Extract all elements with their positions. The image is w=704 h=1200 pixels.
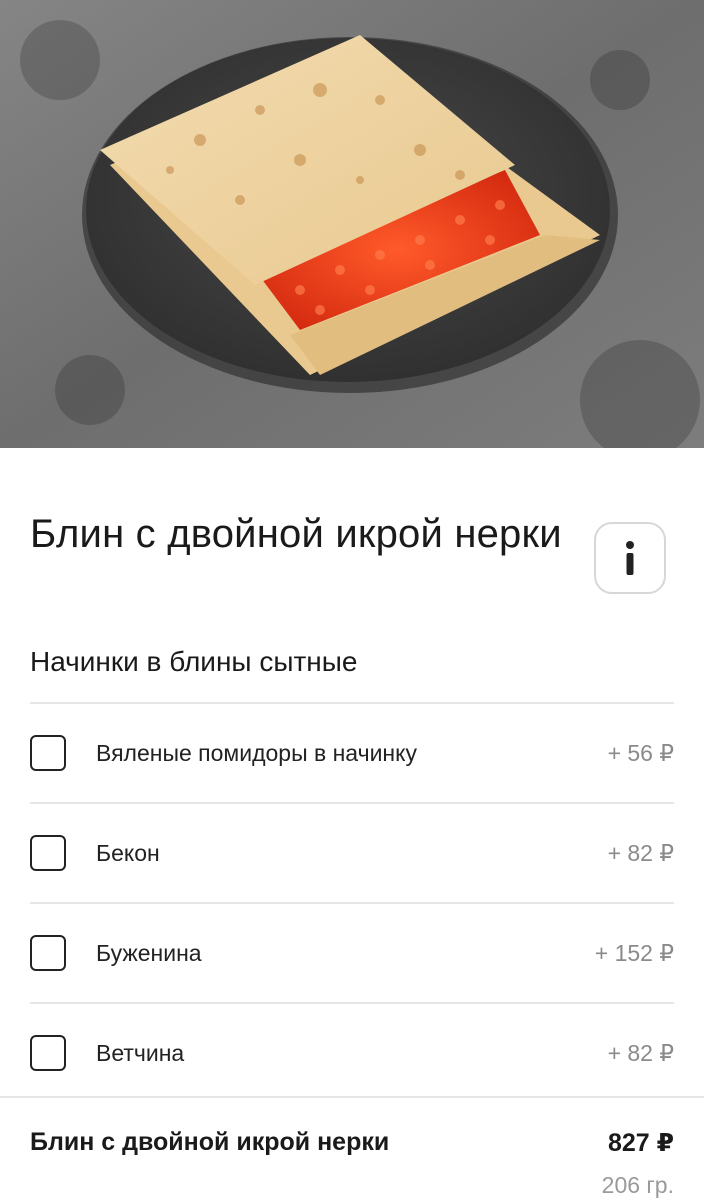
topping-label: Бекон	[96, 839, 160, 866]
toppings-list: Вяленые помидоры в начинку + 56 ₽ Бекон …	[30, 702, 674, 1102]
topping-label: Ветчина	[96, 1039, 185, 1066]
toppings-section-title: Начинки в блины сытные	[30, 646, 358, 677]
summary-product-name: Блин с двойной икрой нерки	[30, 1128, 390, 1156]
topping-label: Вяленые помидоры в начинку	[96, 739, 417, 766]
info-icon	[626, 541, 634, 575]
topping-option-bacon[interactable]: Бекон + 82 ₽	[30, 802, 674, 902]
topping-option-ham[interactable]: Ветчина + 82 ₽	[30, 1002, 674, 1102]
topping-price: + 56 ₽	[607, 739, 674, 766]
checkbox[interactable]	[30, 1035, 66, 1071]
product-image	[0, 0, 704, 448]
checkbox[interactable]	[30, 835, 66, 871]
footer-divider	[0, 1096, 704, 1098]
checkbox[interactable]	[30, 935, 66, 971]
topping-option-boiled-pork[interactable]: Буженина + 152 ₽	[30, 902, 674, 1002]
topping-price: + 82 ₽	[607, 839, 674, 866]
checkbox[interactable]	[30, 735, 66, 771]
topping-option-dried-tomatoes[interactable]: Вяленые помидоры в начинку + 56 ₽	[30, 702, 674, 802]
topping-price: + 82 ₽	[607, 1039, 674, 1066]
topping-price: + 152 ₽	[594, 939, 674, 966]
topping-label: Буженина	[96, 939, 202, 966]
summary-price: 827 ₽	[607, 1129, 674, 1157]
info-button[interactable]	[594, 522, 666, 594]
product-title: Блин с двойной икрой нерки	[30, 512, 562, 556]
summary-weight: 206 гр.	[601, 1172, 674, 1198]
